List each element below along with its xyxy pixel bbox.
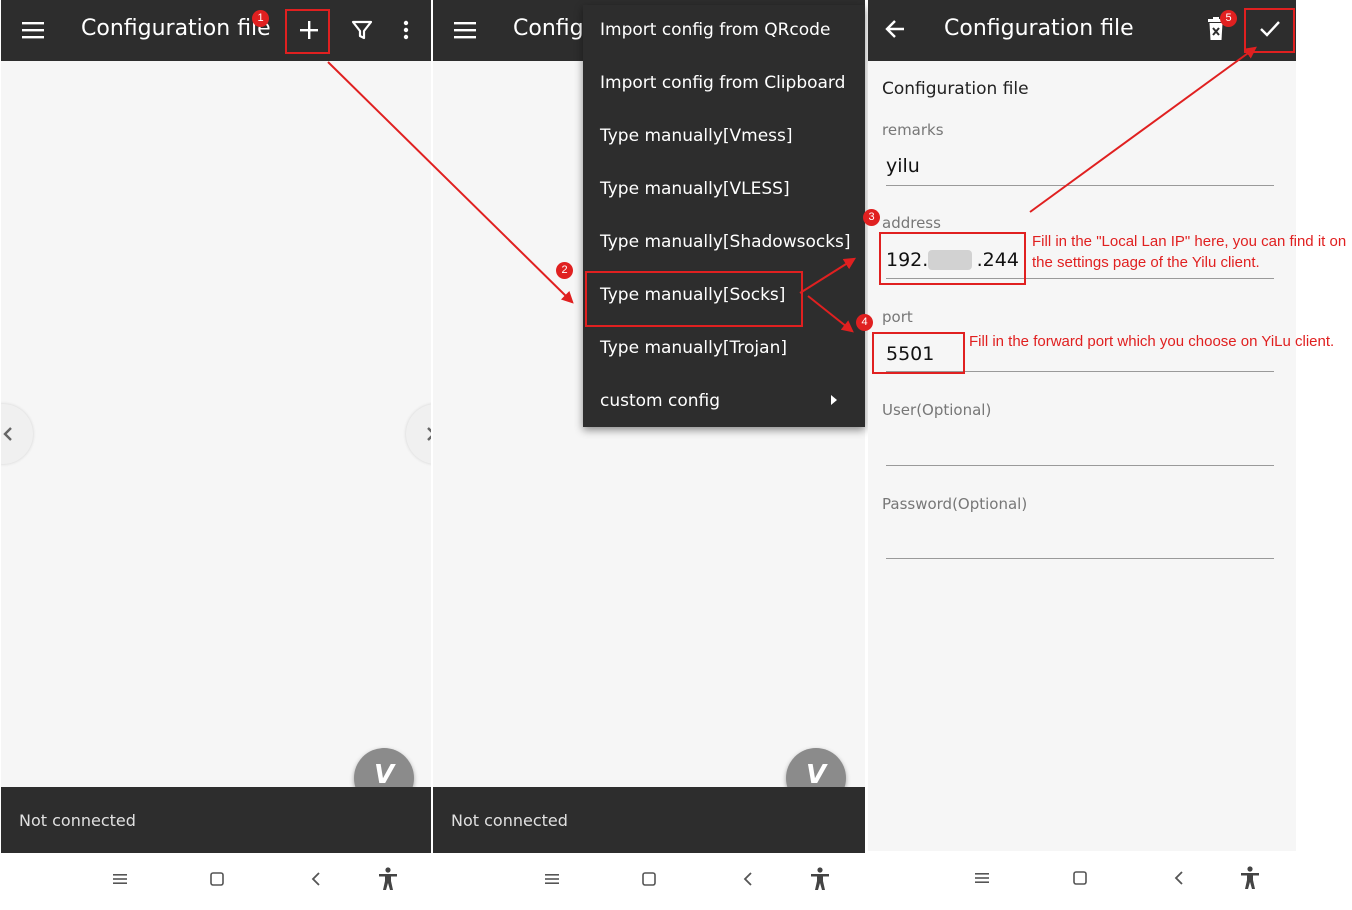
menu-item-trojan[interactable]: Type manually[Trojan] — [600, 338, 787, 358]
chevron-left-icon — [3, 427, 12, 441]
user-input[interactable] — [886, 430, 1274, 464]
system-nav-bar — [433, 853, 865, 910]
accessibility-icon[interactable] — [809, 867, 831, 891]
app-title: Configuration file — [944, 16, 1134, 41]
nav-back-icon[interactable] — [1173, 870, 1185, 886]
highlight-address-field — [879, 232, 1026, 285]
password-input[interactable] — [886, 524, 1274, 558]
connection-status: Not connected — [19, 811, 136, 830]
address-label: address — [882, 214, 941, 232]
nav-home-icon[interactable] — [1073, 871, 1087, 885]
step-badge-3: 3 — [863, 209, 880, 226]
add-config-menu: Import config from QRcode Import config … — [583, 5, 865, 427]
accessibility-icon[interactable] — [1239, 866, 1261, 890]
highlight-socks-item — [585, 271, 803, 327]
highlight-plus-button — [285, 9, 330, 54]
user-underline — [886, 465, 1274, 466]
menu-item-vmess[interactable]: Type manually[Vmess] — [600, 126, 793, 146]
highlight-port-field — [872, 332, 965, 374]
nav-menu-icon[interactable] — [975, 871, 989, 885]
port-label: port — [882, 308, 913, 326]
annotation-port-note: Fill in the forward port which you choos… — [969, 333, 1335, 350]
user-label: User(Optional) — [882, 401, 992, 419]
connection-status-bar: Not connected — [1, 787, 431, 853]
more-vert-icon[interactable] — [399, 19, 413, 41]
nav-home-icon[interactable] — [210, 872, 224, 886]
password-underline — [886, 558, 1274, 559]
app-bar: Configuration file — [1, 0, 431, 61]
remarks-input[interactable]: yilu — [886, 155, 920, 177]
highlight-save-button — [1244, 8, 1295, 53]
step-badge-5: 5 — [1220, 10, 1237, 27]
screen-socks-config-form: Configuration file Configuration file re… — [868, 0, 1296, 910]
step-badge-1: 1 — [252, 10, 269, 27]
nav-menu-icon[interactable] — [113, 872, 127, 886]
step-badge-2: 2 — [556, 262, 573, 279]
nav-home-icon[interactable] — [642, 872, 656, 886]
v-logo-icon: V — [805, 760, 827, 790]
nav-back-icon[interactable] — [310, 871, 322, 887]
accessibility-icon[interactable] — [377, 867, 399, 891]
pager-right[interactable] — [406, 404, 431, 464]
remarks-label: remarks — [882, 121, 944, 139]
filter-icon[interactable] — [351, 19, 373, 41]
form-section-title: Configuration file — [882, 79, 1029, 99]
app-title: Configuration file — [81, 16, 271, 41]
chevron-right-icon — [427, 427, 431, 441]
connection-status-bar: Not connected — [433, 787, 865, 853]
nav-back-icon[interactable] — [742, 871, 754, 887]
menu-item-vless[interactable]: Type manually[VLESS] — [600, 179, 790, 199]
menu-icon[interactable] — [453, 19, 477, 41]
menu-item-import-clipboard[interactable]: Import config from Clipboard — [600, 73, 845, 93]
system-nav-bar — [868, 851, 1296, 910]
nav-menu-icon[interactable] — [545, 872, 559, 886]
menu-item-custom-config[interactable]: custom config — [600, 391, 720, 411]
menu-item-import-qrcode[interactable]: Import config from QRcode — [600, 20, 830, 40]
back-arrow-icon[interactable] — [884, 18, 906, 40]
system-nav-bar — [1, 853, 431, 910]
submenu-arrow-icon — [831, 395, 837, 405]
app-bar: Configuration file — [868, 0, 1296, 61]
menu-item-shadowsocks[interactable]: Type manually[Shadowsocks] — [600, 232, 851, 252]
password-label: Password(Optional) — [882, 495, 1028, 513]
app-title: Config — [513, 16, 584, 41]
menu-icon[interactable] — [21, 19, 45, 41]
pager-left[interactable] — [1, 404, 33, 464]
remarks-underline — [886, 185, 1274, 186]
step-badge-4: 4 — [856, 314, 873, 331]
v-logo-icon: V — [373, 760, 395, 790]
screen-config-list: Configuration file V Not connected — [1, 0, 431, 910]
connection-status: Not connected — [451, 811, 568, 830]
annotation-address-note: Fill in the "Local Lan IP" here, you can… — [1032, 233, 1347, 271]
